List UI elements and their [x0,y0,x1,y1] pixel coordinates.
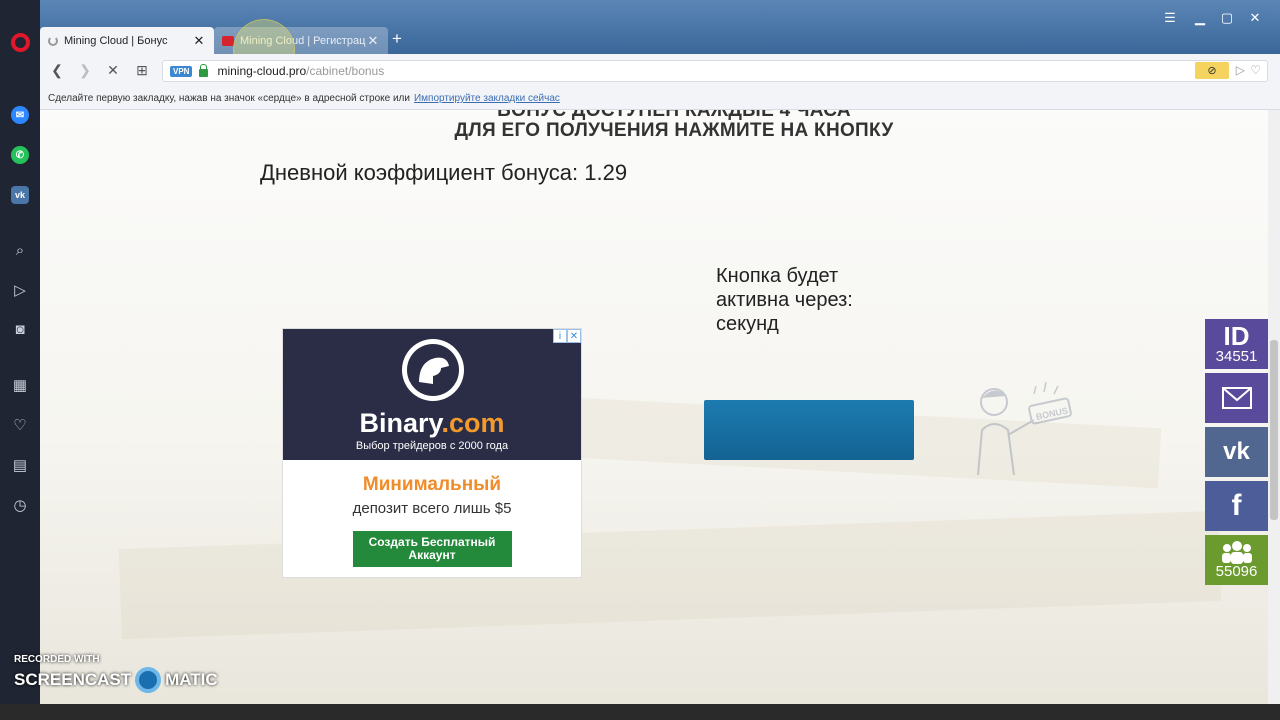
navigation-toolbar: ❮ ❯ ✕ ⊞ VPN mining-cloud.pro /cabinet/bo… [40,54,1280,88]
ad-brand-dot: .com [441,408,505,438]
mascot-illustration-icon: BONUS [977,381,1072,476]
ad-info-icon[interactable]: i [553,329,567,343]
loading-spinner-icon [48,35,58,46]
ad-brand: Binary.com [283,408,581,439]
tab-title: Mining Cloud | Бонус [64,34,168,47]
bottom-frame [0,704,1280,720]
adblock-icon[interactable]: ⊘ [1195,62,1229,79]
ad-tagline: Выбор трейдеров с 2000 года [355,440,509,452]
bookmark-hint: Сделайте первую закладку, нажав на значо… [48,93,410,104]
bookmark-bar: Сделайте первую закладку, нажав на значо… [40,88,1280,110]
ad-header: i ✕ Binary.com Выбор трейдеров с 2000 го… [283,329,581,460]
maximize-icon[interactable]: ▢ [1212,10,1242,26]
back-button[interactable]: ❮ [48,62,66,79]
import-bookmarks-link[interactable]: Импортируйте закладки сейчас [414,93,560,104]
browser-sidebar: ✉ ✆ vk ⌕ ▷ ◙ ▦ ♡ ▤ ◷ [0,0,40,720]
menu-icon[interactable]: ☰ [1155,10,1185,26]
stop-button[interactable]: ✕ [104,62,122,79]
facebook-icon: f [1231,489,1242,522]
address-bar[interactable]: VPN mining-cloud.pro /cabinet/bonus ⊘ ▷ … [162,60,1268,82]
user-id-value: 34551 [1215,348,1258,365]
members-count: 55096 [1215,563,1258,580]
screencast-watermark: RECORDED WITH SCREENCAST MATIC [14,654,218,693]
tab-bonus[interactable]: Mining Cloud | Бонус ✕ [40,27,214,54]
send-page-icon[interactable]: ▷ [1236,63,1245,77]
advertisement-banner[interactable]: i ✕ Binary.com Выбор трейдеров с 2000 го… [282,328,582,578]
lock-icon[interactable] [199,63,209,77]
favicon-icon [222,35,234,46]
close-tab-icon[interactable]: ✕ [366,33,380,49]
mail-button[interactable] [1205,373,1268,423]
close-tab-icon[interactable]: ✕ [192,33,206,49]
button-wait-text: Кнопка будет активна через: секунд [716,265,853,335]
messenger-icon[interactable]: ✉ [0,100,40,130]
history-icon[interactable]: ◷ [0,490,40,520]
watermark-line2a: SCREENCAST [14,670,132,689]
url-path: /cabinet/bonus [306,64,385,78]
vpn-badge[interactable]: VPN [170,65,193,77]
vk-button[interactable]: vk [1205,427,1268,477]
opera-logo-icon[interactable] [11,33,30,52]
url-host: mining-cloud.pro [217,64,307,78]
ad-subline: депозит всего лишь $5 [352,500,512,517]
page-content: БОНУС ДОСТУПЕН КАЖДЫЕ 4 ЧАСА ДЛЯ ЕГО ПОЛ… [40,110,1268,704]
tabs-grid-icon[interactable]: ⊞ [133,62,151,79]
binary-logo-icon [402,339,464,401]
bookmark-heart-icon[interactable]: ♡ [1250,63,1261,77]
ad-choices[interactable]: i ✕ [553,329,581,343]
screencast-logo-icon [135,667,162,693]
camera-icon[interactable]: ◙ [0,314,40,344]
bonus-heading: ДЛЯ ЕГО ПОЛУЧЕНИЯ НАЖМИТЕ НА КНОПКУ [454,120,894,141]
forward-button[interactable]: ❯ [76,62,94,79]
new-tab-plus-icon[interactable]: + [392,29,402,49]
page-scrollbar[interactable] [1268,110,1280,704]
members-badge[interactable]: 55096 [1205,535,1268,585]
search-icon[interactable]: ⌕ [0,235,40,265]
ad-close-icon[interactable]: ✕ [567,329,581,343]
vk-icon: vk [1223,438,1250,465]
get-bonus-button[interactable] [704,400,914,460]
send-icon[interactable]: ▷ [0,275,40,305]
users-icon [1221,541,1252,564]
speed-dial-icon[interactable]: ▦ [0,370,40,400]
whatsapp-icon[interactable]: ✆ [0,140,40,170]
ad-create-account-button[interactable]: Создать Бесплатный Аккаунт [352,531,512,567]
mail-icon [1221,387,1252,409]
user-id-badge[interactable]: ID 34551 [1205,319,1268,369]
watermark-line2b: MATIC [165,670,218,689]
watermark-line1: RECORDED WITH [14,654,100,665]
news-icon[interactable]: ▤ [0,450,40,480]
id-icon: ID [1223,321,1250,351]
ad-brand-main: Binary [359,408,442,438]
minimize-icon[interactable]: ▁ [1185,10,1215,26]
scrollbar-thumb[interactable] [1270,340,1278,520]
vk-sidebar-icon[interactable]: vk [0,180,40,210]
ad-headline: Минимальный [362,474,502,495]
bonus-coefficient: Дневной коэффициент бонуса: 1.29 [260,160,628,185]
tab-strip: Mining Cloud | Бонус ✕ Mining Cloud | Ре… [40,0,1280,54]
window-close-icon[interactable]: ✕ [1240,10,1270,26]
heart-icon[interactable]: ♡ [0,410,40,440]
facebook-button[interactable]: f [1205,481,1268,531]
